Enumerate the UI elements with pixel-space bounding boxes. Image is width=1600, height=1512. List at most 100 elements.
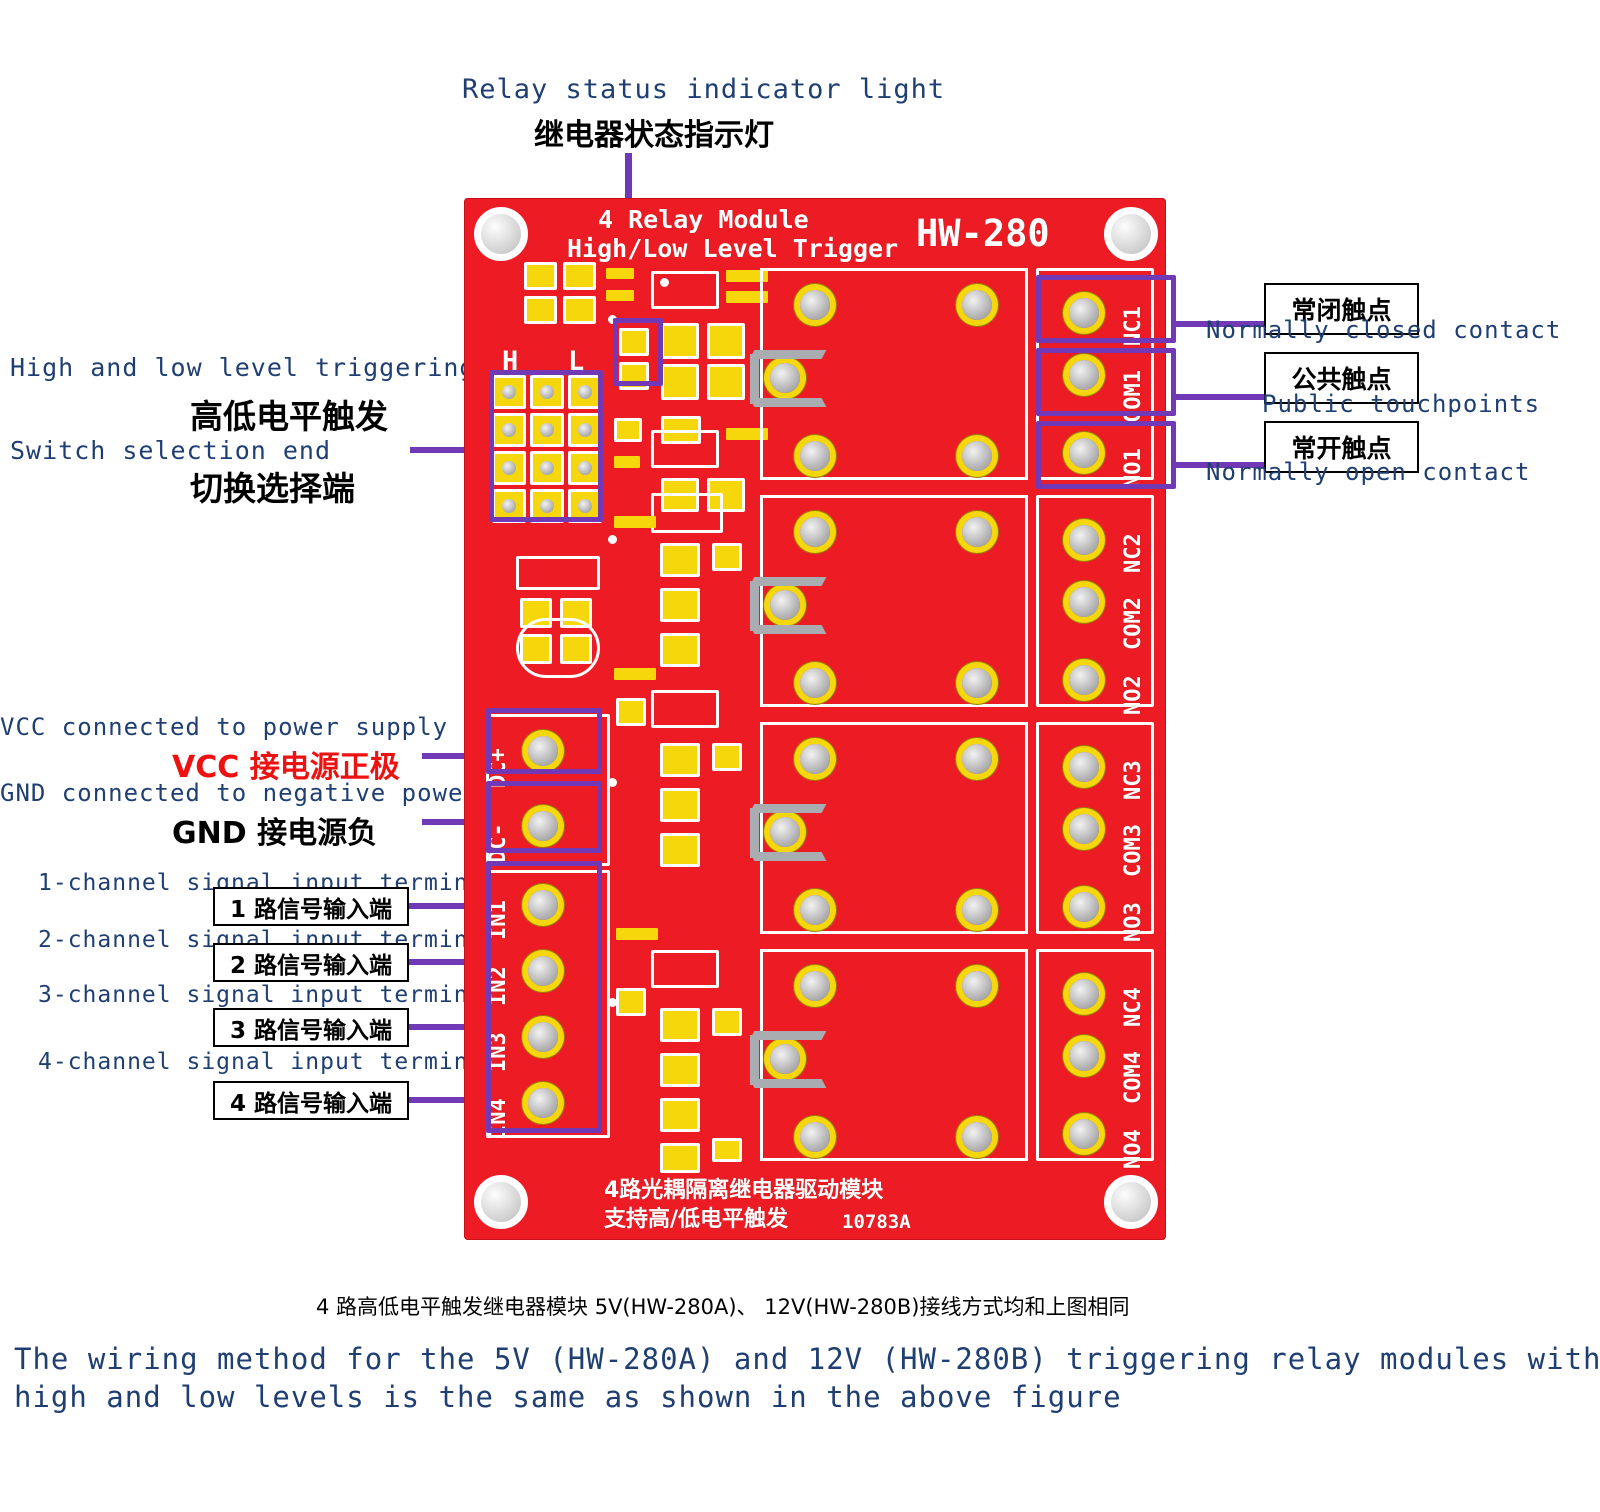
smd-pad xyxy=(616,698,646,726)
output-pad-com2 xyxy=(1069,587,1099,617)
input-1-callout-box: 1 路信号输入端 xyxy=(213,887,409,926)
input-4-label-cn: 4 路信号输入端 xyxy=(229,1090,392,1117)
relay-1-pad xyxy=(800,290,830,320)
silk-label-nc4: NC4 xyxy=(1121,987,1146,1027)
com1-leader-line xyxy=(1176,394,1266,400)
smd-pad xyxy=(614,418,642,442)
via xyxy=(608,535,617,544)
nc1-highlight xyxy=(1036,275,1176,343)
output-pad-com4 xyxy=(1069,1041,1099,1071)
smd-pad xyxy=(661,364,699,400)
board-model: HW-280 xyxy=(916,212,1050,255)
silk-label-com4: COM4 xyxy=(1121,1051,1146,1104)
board-footer-cn2: 支持高/低电平触发 xyxy=(604,1207,789,1232)
relay-4-pad xyxy=(770,1044,800,1074)
switch-selection-label-en2: Switch selection end xyxy=(10,436,332,465)
trigger-select-label-en1: High and low level triggering xyxy=(10,353,476,382)
input-4-callout-box: 4 路信号输入端 xyxy=(213,1081,409,1120)
smd-pad xyxy=(563,262,596,290)
relay-2-pad xyxy=(770,590,800,620)
output-pad-nc4 xyxy=(1069,979,1099,1009)
board-title-line1: 4 Relay Module xyxy=(598,205,809,234)
smd-pad xyxy=(712,1138,742,1162)
trigger-select-label-cn1: 高低电平触发 xyxy=(190,397,388,436)
relay-3-pad xyxy=(800,744,830,774)
smd-pad xyxy=(524,262,557,290)
mounting-hole-top-right xyxy=(1104,207,1158,261)
relay-1-trace xyxy=(749,350,827,359)
smd-pad xyxy=(660,633,700,667)
jumper-header-highlight xyxy=(489,370,603,522)
relay-3-pad xyxy=(800,895,830,925)
input-3-label-cn: 3 路信号输入端 xyxy=(229,1017,392,1044)
signal-inputs-highlight xyxy=(486,861,602,1133)
mounting-hole-top-left xyxy=(474,207,528,261)
smd-pad xyxy=(614,516,656,528)
smd-pad xyxy=(660,1098,700,1132)
relay-3-pad xyxy=(962,744,992,774)
input-2-callout-box: 2 路信号输入端 xyxy=(213,943,409,982)
mounting-hole-bottom-right xyxy=(1104,1175,1158,1229)
relay-4-pad xyxy=(800,971,830,1001)
dc-minus-highlight xyxy=(486,781,602,853)
output-pad-no2 xyxy=(1069,665,1099,695)
caption-en-line2: high and low levels is the same as shown… xyxy=(14,1380,1122,1414)
smd-pad xyxy=(563,296,596,324)
output-pad-no4 xyxy=(1069,1119,1099,1149)
ic-footprint xyxy=(651,950,719,988)
cap-footprint xyxy=(516,556,600,590)
relay-4-pad xyxy=(962,971,992,1001)
smd-pad xyxy=(606,268,634,279)
relay-led-label-cn: 继电器状态指示灯 xyxy=(534,118,774,153)
relay-3-pad xyxy=(962,895,992,925)
relay-2-trace xyxy=(749,577,827,586)
smd-pad xyxy=(712,743,742,771)
input-2-label-cn: 2 路信号输入端 xyxy=(229,952,392,979)
relay-4-pad xyxy=(962,1122,992,1152)
caption-en-line1: The wiring method for the 5V (HW-280A) a… xyxy=(14,1342,1600,1376)
smd-pad xyxy=(707,364,745,400)
silk-label-nc3: NC3 xyxy=(1121,760,1146,800)
relay-3-pad xyxy=(770,817,800,847)
input-4-label-en: 4-channel signal input terminal xyxy=(38,1049,499,1075)
silk-label-no4: NO4 xyxy=(1121,1129,1146,1169)
smd-pad xyxy=(660,588,700,622)
relay-1-pad xyxy=(962,290,992,320)
smd-pad xyxy=(660,833,700,867)
silk-label-no2: NO2 xyxy=(1121,675,1146,715)
relay-4-pad xyxy=(800,1122,830,1152)
relay-1-pad xyxy=(770,363,800,393)
smd-pad xyxy=(661,323,699,359)
smd-pad xyxy=(606,290,634,301)
relay-2-pad xyxy=(800,668,830,698)
smd-pad xyxy=(660,743,700,777)
relay-2-trace xyxy=(749,625,827,634)
smd-pad xyxy=(660,543,700,577)
relay-3-trace xyxy=(749,852,827,861)
dc-plus-highlight xyxy=(486,708,602,774)
relay-led-highlight xyxy=(613,318,663,386)
smd-pad xyxy=(712,1008,742,1036)
smd-pad xyxy=(660,1008,700,1042)
caption-cn: 4 路高低电平触发继电器模块 5V(HW-280A)、 12V(HW-280B)… xyxy=(316,1295,1130,1319)
relay-1-pad xyxy=(962,441,992,471)
smd-pad xyxy=(660,788,700,822)
relay-4-trace xyxy=(749,1079,827,1088)
silk-label-com3: COM3 xyxy=(1121,824,1146,877)
relay-4-trace xyxy=(749,1031,827,1040)
no1-highlight xyxy=(1036,421,1176,489)
relay-led-label-en: Relay status indicator light xyxy=(462,74,946,105)
relay-1-trace xyxy=(749,398,827,407)
com-label-en: Public touchpoints xyxy=(1262,390,1541,418)
board-title-line2: High/Low Level Trigger xyxy=(567,234,899,263)
relay-2-pad xyxy=(962,517,992,547)
smd-pad xyxy=(707,323,745,359)
relay-4-trace xyxy=(750,1035,759,1085)
smd-pad xyxy=(616,928,658,940)
smd-pad xyxy=(524,296,557,324)
output-pad-no3 xyxy=(1069,892,1099,922)
via xyxy=(660,278,669,287)
board-footer-code: 10783A xyxy=(842,1211,911,1233)
smd-pad xyxy=(660,1143,700,1173)
ic-footprint xyxy=(651,690,719,728)
